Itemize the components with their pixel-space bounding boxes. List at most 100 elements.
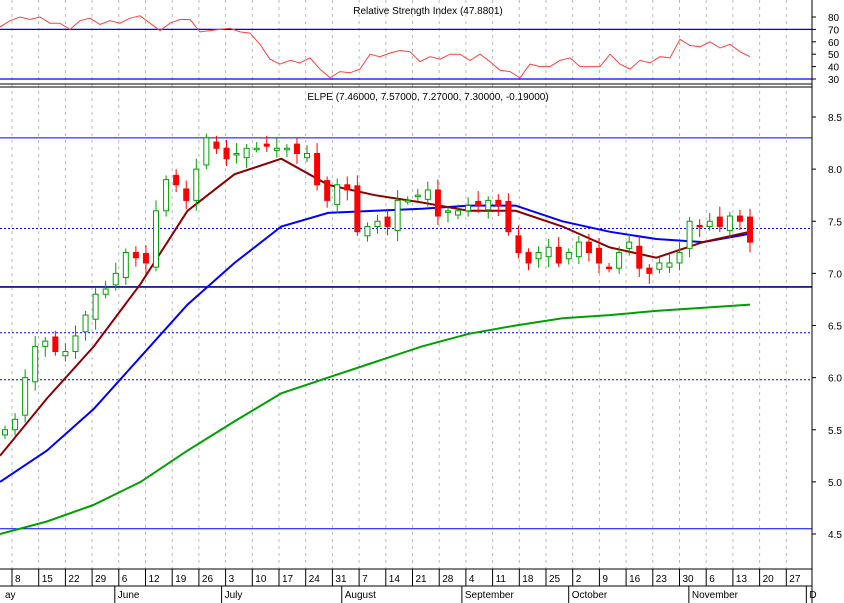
- moving-average-short: [0, 157, 751, 457]
- candle-body: [455, 210, 462, 216]
- candle-body: [706, 220, 713, 227]
- day-label: 2: [576, 574, 582, 585]
- day-label: 10: [255, 574, 267, 585]
- candle-body: [384, 216, 391, 227]
- price-tick-label: 4.5: [828, 530, 842, 541]
- candle-body: [12, 418, 19, 431]
- candle-body: [374, 220, 381, 227]
- candle-body: [263, 143, 270, 147]
- candle-body: [535, 252, 542, 260]
- rsi-line: [0, 15, 751, 79]
- rsi-tick-label: 60: [828, 38, 840, 49]
- candle-body: [414, 194, 421, 198]
- rsi-tick-label: 80: [828, 13, 840, 24]
- day-label: 21: [416, 574, 428, 585]
- rsi-tick-label: 30: [828, 75, 840, 86]
- candle-body: [203, 137, 210, 166]
- candle-body: [102, 288, 109, 295]
- day-label: 4: [469, 574, 475, 585]
- price-title: ELPE (7.46000, 7.57000, 7.27000, 7.30000…: [307, 92, 548, 103]
- price-tick-label: 6.0: [828, 374, 842, 385]
- day-label: 12: [149, 574, 161, 585]
- candle-body: [595, 247, 602, 264]
- day-label: 7: [362, 574, 368, 585]
- candle-body: [575, 241, 582, 258]
- candle-body: [62, 351, 69, 357]
- day-label: 13: [736, 574, 748, 585]
- candle-body: [646, 267, 653, 274]
- candle-body: [334, 184, 341, 206]
- candle-body: [132, 252, 139, 259]
- price-tick-label: 7.5: [828, 217, 842, 228]
- chart-svg: 8 15 22 29 6 12 19 26 3 10 17 24 31 7 14 21 28 4 11 18 25 2 9 1…: [0, 0, 842, 603]
- candle-body: [22, 377, 29, 416]
- day-label: 24: [309, 574, 321, 585]
- rsi-tick-label: 70: [828, 25, 840, 36]
- candle-body: [726, 215, 733, 232]
- candle-body: [394, 199, 401, 232]
- candle-body: [183, 188, 190, 201]
- candle-body: [42, 340, 49, 347]
- month-label: October: [572, 590, 608, 601]
- candle-body: [82, 314, 89, 333]
- candle-body: [585, 241, 592, 254]
- candle-body: [193, 168, 200, 201]
- candle-body: [233, 152, 240, 156]
- candle-body: [747, 216, 753, 243]
- day-label: 16: [629, 574, 641, 585]
- candle-body: [163, 179, 170, 212]
- day-label: 14: [389, 574, 401, 585]
- day-label: 28: [442, 574, 454, 585]
- candle-body: [243, 147, 250, 159]
- candle-body: [626, 241, 633, 249]
- candle-body: [444, 210, 451, 213]
- rsi-tick-label: 50: [828, 50, 840, 61]
- candle-body: [616, 252, 623, 269]
- day-label: 3: [229, 574, 235, 585]
- candle-body: [475, 200, 482, 207]
- day-label: 30: [683, 574, 695, 585]
- candle-body: [485, 199, 492, 211]
- price-tick-label: 8.5: [828, 113, 842, 124]
- month-label: June: [118, 590, 140, 601]
- day-label: 17: [282, 574, 294, 585]
- candle-body: [304, 152, 311, 159]
- month-label: August: [345, 590, 376, 601]
- day-label: 29: [95, 574, 107, 585]
- candle-body: [606, 266, 613, 270]
- day-label: 6: [709, 574, 715, 585]
- price-tick-label: 6.5: [828, 322, 842, 333]
- candle-body: [273, 147, 280, 151]
- candle-body: [495, 199, 502, 207]
- candle-body: [213, 141, 220, 149]
- candle-body: [2, 429, 8, 436]
- candle-body: [404, 199, 411, 203]
- rsi-tick-label: 40: [828, 63, 840, 74]
- day-label: 18: [522, 574, 534, 585]
- candle-body: [666, 262, 673, 268]
- candle-body: [515, 235, 522, 254]
- candle-body: [505, 200, 512, 233]
- candle-body: [716, 216, 723, 227]
- candle-body: [434, 189, 441, 217]
- day-label: 22: [68, 574, 80, 585]
- candle-body: [293, 143, 300, 154]
- candle-body: [344, 184, 351, 191]
- month-label: September: [465, 590, 515, 601]
- candle-body: [253, 147, 260, 151]
- day-label: 9: [602, 574, 608, 585]
- month-label: D: [809, 590, 816, 601]
- price-tick-label: 8.0: [828, 165, 842, 176]
- day-label: 15: [42, 574, 54, 585]
- candle-body: [223, 147, 230, 160]
- candle-body: [736, 215, 743, 222]
- candle-body: [314, 152, 321, 186]
- candle-body: [283, 147, 290, 151]
- day-label: 6: [122, 574, 128, 585]
- candle-body: [424, 189, 431, 200]
- candle-body: [52, 336, 59, 353]
- candle-body: [525, 252, 532, 264]
- candle-body: [364, 225, 371, 237]
- candle-body: [545, 246, 552, 258]
- month-label: ay: [5, 590, 16, 601]
